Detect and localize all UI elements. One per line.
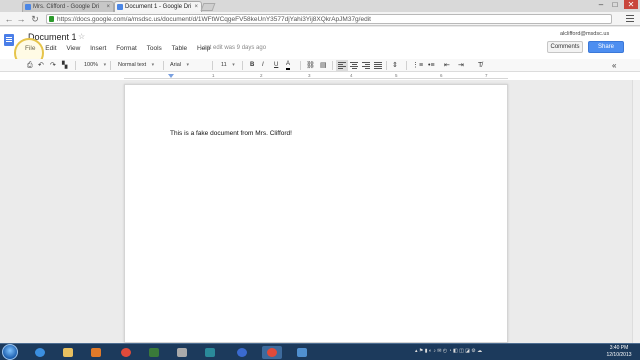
align-right-icon[interactable]: [362, 62, 370, 70]
text-color-button[interactable]: A: [286, 60, 291, 70]
clock-date: 12/10/2013: [606, 352, 632, 358]
document-page[interactable]: This is a fake document from Mrs. Cliffo…: [124, 84, 508, 343]
chrome-menu-icon[interactable]: [626, 15, 634, 24]
indent-marker[interactable]: [168, 74, 174, 78]
justify-icon[interactable]: [374, 62, 382, 70]
maximize-button[interactable]: □: [608, 0, 622, 9]
align-left-icon[interactable]: [336, 60, 348, 72]
forward-arrow-icon[interactable]: →: [16, 13, 26, 25]
menu-view[interactable]: View: [66, 45, 80, 52]
clear-formatting-icon[interactable]: T̸: [478, 60, 482, 71]
redo-icon[interactable]: ↷: [50, 60, 56, 71]
style-select[interactable]: Normal text: [118, 61, 154, 70]
menu-table[interactable]: Table: [172, 45, 188, 52]
bold-button[interactable]: B: [250, 60, 254, 71]
tab-title: Mrs. Clifford - Google Dri: [33, 4, 100, 10]
menu-tools[interactable]: Tools: [147, 45, 162, 52]
line-spacing-icon[interactable]: ⇕: [392, 60, 398, 71]
google-drive-icon: [25, 4, 31, 10]
document-body-text[interactable]: This is a fake document from Mrs. Cliffo…: [170, 130, 292, 137]
numbered-list-icon[interactable]: ⋮≡: [412, 60, 423, 71]
tab-close-icon[interactable]: ×: [106, 2, 110, 12]
decrease-indent-icon[interactable]: ⇤: [444, 60, 450, 71]
vertical-scrollbar[interactable]: [632, 80, 640, 343]
link-icon[interactable]: ⛓: [306, 60, 315, 71]
ruler-number: 2: [260, 73, 263, 78]
browser-toolbar: ← → ↻ https://docs.google.com/a/msdsc.us…: [0, 12, 640, 26]
system-tray[interactable]: ▴ ⚑ ▮ ◐ ♪ ✉ ◴ ◔ ◧ ◫ ◪ ⚙ ☁: [415, 348, 482, 354]
menu-format[interactable]: Format: [116, 45, 137, 52]
ruler: 1 2 3 4 5 6 7: [124, 73, 508, 79]
app-icon[interactable]: [144, 346, 164, 359]
url-text: https://docs.google.com/a/msdsc.us/docum…: [57, 16, 371, 23]
last-edit-status[interactable]: Last edit was 9 days ago: [200, 45, 266, 51]
new-tab-button[interactable]: [200, 3, 216, 11]
tab-title: Document 1 - Google Dri: [125, 4, 192, 10]
back-arrow-icon[interactable]: ←: [4, 13, 14, 25]
docs-home-icon[interactable]: [4, 34, 14, 46]
zoom-select[interactable]: 100%: [84, 61, 106, 70]
collapse-toolbar-icon[interactable]: «: [612, 60, 616, 71]
ruler-number: 6: [440, 73, 443, 78]
menu-bar: File Edit View Insert Format Tools Table…: [25, 45, 218, 55]
share-button[interactable]: Share: [588, 41, 624, 53]
browser-tab-mrs-clifford[interactable]: Mrs. Clifford - Google Dri ×: [22, 1, 114, 12]
italic-button[interactable]: I: [262, 60, 264, 71]
address-bar[interactable]: https://docs.google.com/a/msdsc.us/docum…: [46, 14, 612, 24]
font-size-select[interactable]: 11: [221, 61, 235, 70]
align-center-icon[interactable]: [350, 62, 358, 70]
menu-edit[interactable]: Edit: [45, 45, 56, 52]
browser-tab-document-1[interactable]: Document 1 - Google Dri ×: [114, 1, 202, 12]
tab-close-icon[interactable]: ×: [194, 2, 198, 12]
reload-icon[interactable]: ↻: [30, 13, 40, 25]
browser-tab-strip: Mrs. Clifford - Google Dri × Document 1 …: [0, 0, 640, 12]
account-email[interactable]: alclifford@msdsc.us: [560, 31, 609, 37]
undo-icon[interactable]: ↶: [38, 60, 44, 71]
star-icon[interactable]: ☆: [78, 32, 85, 41]
start-button[interactable]: [2, 344, 18, 360]
app-icon[interactable]: [200, 346, 220, 359]
menu-insert[interactable]: Insert: [90, 45, 106, 52]
windows-taskbar: ▴ ⚑ ▮ ◐ ♪ ✉ ◴ ◔ ◧ ◫ ◪ ⚙ ☁ 3:40 PM 12/10/…: [0, 343, 640, 360]
secure-lock-icon: [49, 16, 54, 22]
clock-time: 3:40 PM: [609, 345, 629, 351]
media-player-icon[interactable]: [86, 346, 106, 359]
bulleted-list-icon[interactable]: •≡: [428, 60, 435, 71]
ruler-number: 1: [212, 73, 215, 78]
ruler-number: 5: [395, 73, 398, 78]
google-docs-icon: [117, 4, 123, 10]
print-icon[interactable]: ⎙: [27, 60, 33, 71]
underline-button[interactable]: U: [274, 60, 278, 71]
app-icon[interactable]: [292, 346, 312, 359]
formatting-toolbar: ⎙ ↶ ↷ ▚ 100% Normal text Arial 11 B I U …: [0, 59, 640, 72]
app-icon[interactable]: [232, 346, 252, 359]
font-select[interactable]: Arial: [170, 61, 189, 70]
comment-icon[interactable]: ▤: [320, 60, 327, 71]
ruler-number: 7: [485, 73, 488, 78]
increase-indent-icon[interactable]: ⇥: [458, 60, 464, 71]
taskbar-clock[interactable]: 3:40 PM 12/10/2013: [604, 345, 634, 359]
file-explorer-icon[interactable]: [58, 346, 78, 359]
internet-explorer-icon[interactable]: [30, 346, 50, 359]
ruler-number: 4: [350, 73, 353, 78]
comments-button[interactable]: Comments: [547, 41, 583, 53]
chrome-taskbar-icon[interactable]: [116, 346, 136, 359]
app-icon[interactable]: [172, 346, 192, 359]
minimize-button[interactable]: –: [594, 0, 608, 9]
ruler-number: 3: [308, 73, 311, 78]
paint-format-icon[interactable]: ▚: [62, 60, 67, 71]
close-window-button[interactable]: ✕: [624, 0, 638, 9]
chrome-active-taskbar-icon[interactable]: [262, 346, 282, 359]
